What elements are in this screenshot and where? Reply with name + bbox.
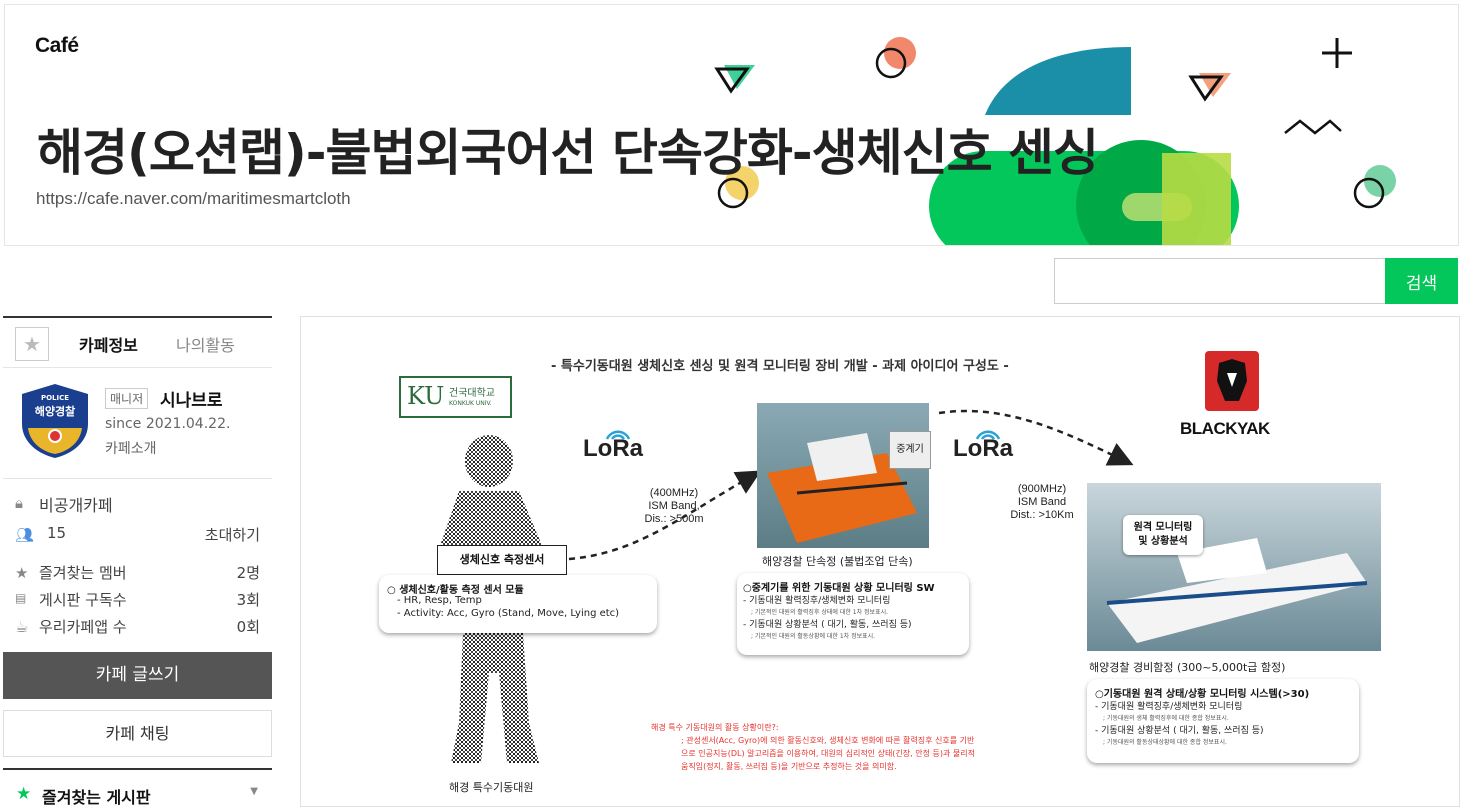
relay-icon: 중계기: [889, 431, 931, 469]
avatar-top-text: POLICE: [41, 394, 69, 402]
lock-icon: 🔒︎: [15, 494, 23, 512]
manager-badge: 매니저: [105, 388, 149, 409]
ship-caption: 해양경찰 경비함정 (300~5,000t급 함정): [1089, 661, 1286, 674]
subscribers-value: 3회: [236, 591, 260, 609]
red-note-line: ; 관성센서(Acc, Gyro)에 의한 활동신호와, 생체신호 변화에 따른…: [681, 736, 975, 745]
red-note-line: 움직임(정지, 활동, 쓰러짐 등)을 기반으로 추정하는 것을 의미함.: [681, 762, 897, 771]
red-note-line: 해경 특수 기동대원의 활동 상황이란?:: [651, 723, 779, 732]
relay-box-title: ○중계기를 위한 기동대원 상황 모니터링 SW: [743, 583, 935, 594]
fav-members-row: ★ 즐겨찾는 멤버 2명: [15, 562, 260, 588]
relay-sw-box: ○중계기를 위한 기동대원 상황 모니터링 SW - 기동대원 활력징후/생체변…: [737, 573, 969, 655]
fav-members-value: 2명: [236, 564, 260, 582]
since-date: since 2021.04.22.: [105, 416, 231, 432]
relay-box-line: ; 기본적인 대원의 활력징후 상태에 대한 1차 정보표시.: [751, 609, 889, 616]
post-diagram-image: - 특수기동대원 생체신호 센싱 및 원격 모니터링 장비 개발 - 과제 아이…: [307, 323, 1455, 806]
manager-name[interactable]: 시나브로: [160, 386, 223, 411]
cafe-title[interactable]: 해경(오션랩)-불법외국어선 단속강화-생체신호 센싱: [37, 113, 1099, 185]
ship-monitor-label: 원격 모니터링 및 상황분석: [1123, 515, 1203, 555]
write-post-button[interactable]: 카페 글쓰기: [3, 652, 272, 699]
invite-link[interactable]: 초대하기: [205, 524, 260, 545]
post-content: - 특수기동대원 생체신호 센싱 및 원격 모니터링 장비 개발 - 과제 아이…: [300, 316, 1460, 807]
rss-icon: ▤: [15, 591, 27, 605]
sensor-label: 생체신호 측정센서: [437, 545, 567, 575]
monitor-box-line: ; 기동대원의 활동상태상황에 대한 종합 정보표시.: [1103, 739, 1227, 746]
boat-caption: 해양경찰 단속정 (불법조업 단속): [762, 555, 913, 568]
red-note: 해경 특수 기동대원의 활동 상황이란?: ; 관성센서(Acc, Gyro)에…: [651, 721, 975, 773]
sensor-box-line: - HR, Resp, Temp: [397, 595, 482, 606]
monitor-box-line: - 기동대원 활력징후/생체변화 모니터링: [1095, 702, 1243, 712]
search-bar: 검색: [1054, 258, 1458, 304]
relay-box-line: - 기동대원 상황분석 ( 대기, 활동, 쓰러짐 등): [743, 620, 912, 630]
cafe-app-label[interactable]: 우리카페앱 수: [39, 616, 127, 637]
subscribers-row: ▤ 게시판 구독수 3회: [15, 589, 260, 615]
tab-cafe-info[interactable]: 카페정보: [79, 332, 138, 356]
member-count[interactable]: 15: [47, 524, 66, 542]
avatar[interactable]: POLICE 해양경찰: [16, 382, 94, 460]
relay-box-line: ; 기본적인 대원의 활동상황에 대한 1차 정보표시.: [751, 633, 876, 640]
cafe-profile: POLICE 해양경찰 매니저 시나브로 since 2021.04.22. 카…: [3, 368, 272, 479]
sensor-box-title: ○ 생체신호/활동 측정 센서 모듈: [387, 585, 524, 596]
cafe-app-row: ☕︎ 우리카페앱 수 0회: [15, 616, 260, 642]
favorite-star-icon[interactable]: ★: [15, 327, 49, 361]
person-caption: 해경 특수기동대원: [449, 781, 534, 794]
cafe-header: Café 해경(오션랩)-불법외국어선 단속강화-생체신호 센싱 https:/…: [4, 4, 1459, 246]
patrol-ship-image: [1087, 483, 1381, 651]
favorite-boards-label: 즐겨찾는 게시판: [42, 788, 151, 807]
favorite-boards-header[interactable]: ★ 즐겨찾는 게시판 ▼: [3, 768, 272, 808]
members-row: 👥︎ 15 초대하기: [15, 524, 260, 550]
avatar-label: 해양경찰: [35, 404, 75, 418]
red-note-line: 으로 인공지능(DL) 알고리즘을 이용하여, 대원의 심리적인 상태(긴장, …: [681, 749, 975, 758]
sidebar-tabs: ★ 카페정보 나의활동: [3, 316, 272, 368]
chevron-down-icon[interactable]: ▼: [250, 786, 258, 797]
relay-box-line: - 기동대원 활력징후/생체변화 모니터링: [743, 596, 891, 606]
private-label: 비공개카페: [39, 496, 113, 515]
sidebar: ★ 카페정보 나의활동 POLICE 해양경찰 매니저 시나브로 since 2…: [3, 316, 272, 807]
fav-members-label[interactable]: 즐겨찾는 멤버: [39, 562, 127, 583]
remote-monitor-box: ○기동대원 원격 상태/상황 모니터링 시스템(>30) - 기동대원 활력징후…: [1087, 679, 1359, 763]
sensor-info-box: ○ 생체신호/활동 측정 센서 모듈 - HR, Resp, Temp - Ac…: [379, 575, 657, 633]
members-icon: 👥︎: [15, 526, 35, 544]
monitor-box-title: ○기동대원 원격 상태/상황 모니터링 시스템(>30): [1095, 689, 1310, 700]
subscribers-label[interactable]: 게시판 구독수: [39, 589, 127, 610]
cafe-chat-button[interactable]: 카페 채팅: [3, 710, 272, 757]
search-input[interactable]: [1054, 258, 1386, 304]
cafe-intro-link[interactable]: 카페소개: [105, 438, 157, 458]
star-icon: ★: [15, 564, 29, 582]
cafe-app-value: 0회: [236, 618, 260, 636]
monitor-box-line: ; 기동대원의 생체 활력징후에 대한 종합 정보표시.: [1103, 715, 1229, 722]
green-star-icon: ★: [16, 784, 32, 804]
monitor-box-line: - 기동대원 상황분석 ( 대기, 활동, 쓰러짐 등): [1095, 726, 1264, 736]
cafe-app-icon: ☕︎: [15, 618, 29, 636]
private-cafe-row: 🔒︎ 비공개카페: [15, 492, 260, 518]
sensor-box-line: - Activity: Acc, Gyro (Stand, Move, Lyin…: [397, 608, 620, 619]
search-button[interactable]: 검색: [1385, 258, 1458, 304]
patrol-boat-image: [757, 403, 929, 548]
tab-my-activity[interactable]: 나의활동: [176, 332, 235, 356]
